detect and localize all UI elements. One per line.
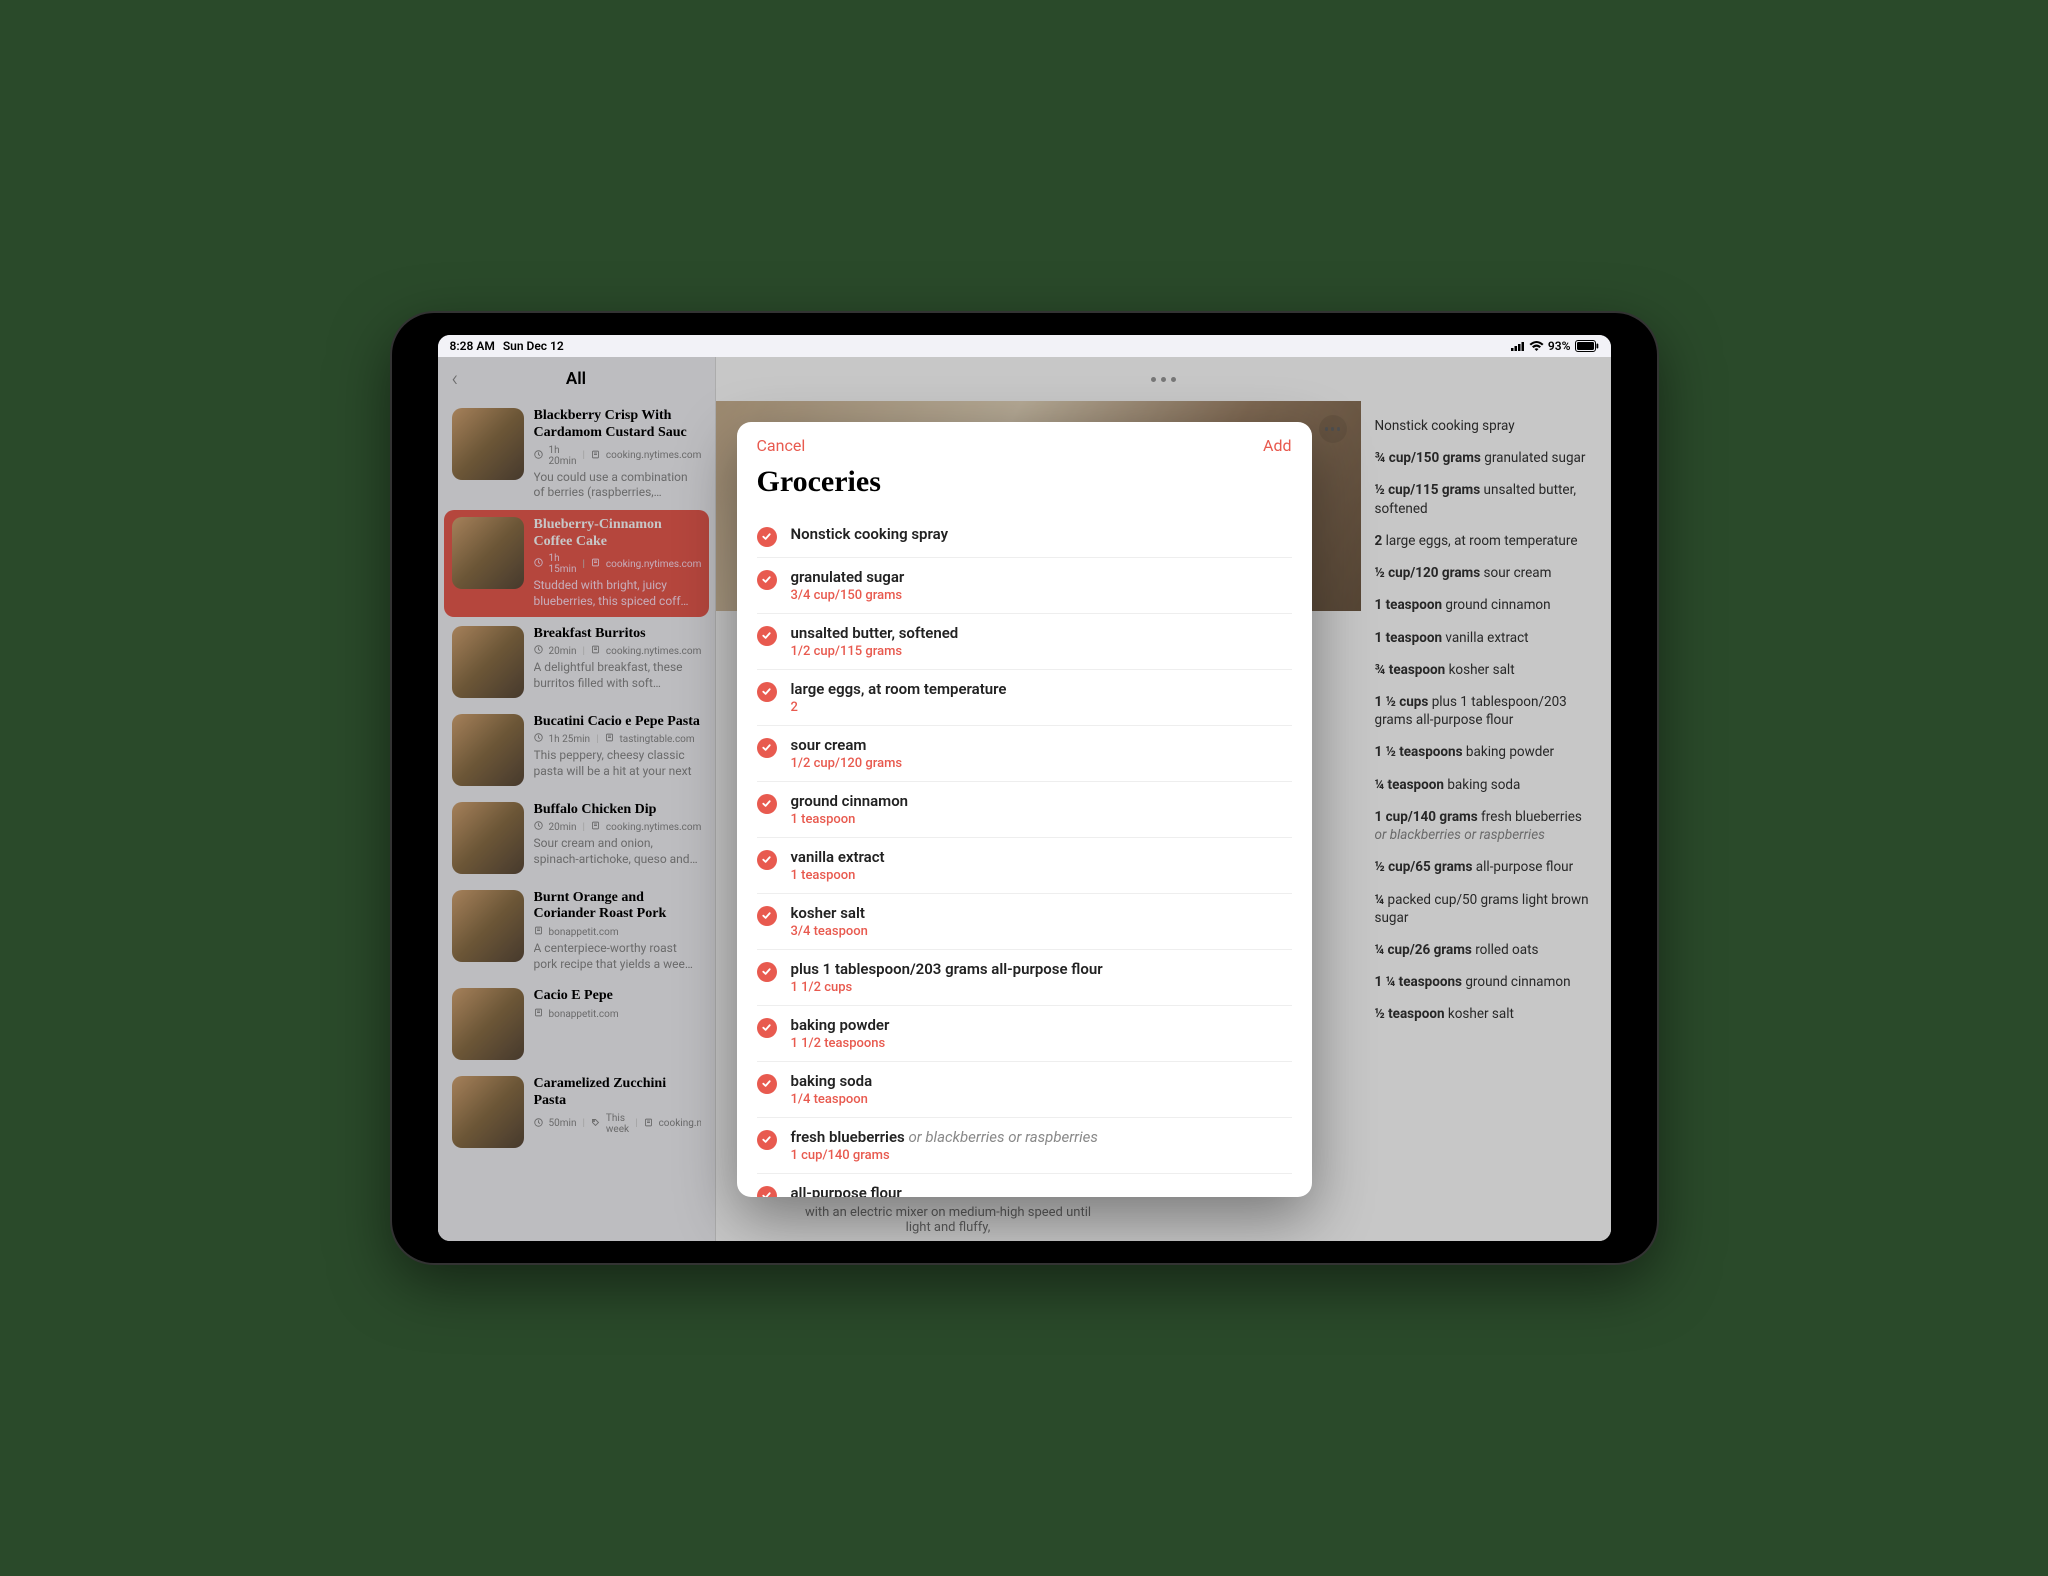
grocery-quantity: 3/4 teaspoon: [791, 924, 1292, 939]
grocery-row[interactable]: ground cinnamon 1 teaspoon: [757, 782, 1292, 838]
grocery-name: Nonstick cooking spray: [791, 525, 1292, 543]
app-body: ‹ All Blackberry Crisp With Cardamom Cus…: [438, 357, 1611, 1241]
grocery-row[interactable]: baking soda 1/4 teaspoon: [757, 1062, 1292, 1118]
check-icon[interactable]: [757, 906, 777, 926]
cancel-button[interactable]: Cancel: [757, 436, 806, 455]
grocery-row[interactable]: plus 1 tablespoon/203 grams all-purpose …: [757, 950, 1292, 1006]
grocery-quantity: 3/4 cup/150 grams: [791, 588, 1292, 603]
grocery-row[interactable]: baking powder 1 1/2 teaspoons: [757, 1006, 1292, 1062]
check-icon[interactable]: [757, 1130, 777, 1150]
grocery-row[interactable]: kosher salt 3/4 teaspoon: [757, 894, 1292, 950]
check-icon[interactable]: [757, 794, 777, 814]
grocery-name: sour cream: [791, 736, 1292, 754]
check-icon[interactable]: [757, 527, 777, 547]
grocery-name: vanilla extract: [791, 848, 1292, 866]
grocery-name: ground cinnamon: [791, 792, 1292, 810]
check-icon[interactable]: [757, 682, 777, 702]
grocery-quantity: 1 teaspoon: [791, 868, 1292, 883]
modal-title: Groceries: [737, 455, 1312, 515]
grocery-quantity: 1 1/2 cups: [791, 980, 1292, 995]
grocery-name: unsalted butter, softened: [791, 624, 1292, 642]
grocery-quantity: 1 1/2 teaspoons: [791, 1036, 1292, 1051]
grocery-name: baking powder: [791, 1016, 1292, 1034]
grocery-row[interactable]: sour cream 1/2 cup/120 grams: [757, 726, 1292, 782]
grocery-name: baking soda: [791, 1072, 1292, 1090]
check-icon[interactable]: [757, 626, 777, 646]
check-icon[interactable]: [757, 850, 777, 870]
grocery-quantity: 1 cup/140 grams: [791, 1148, 1292, 1163]
grocery-quantity: 1/4 teaspoon: [791, 1092, 1292, 1107]
check-icon[interactable]: [757, 1018, 777, 1038]
check-icon[interactable]: [757, 962, 777, 982]
add-button[interactable]: Add: [1263, 436, 1291, 455]
check-icon[interactable]: [757, 570, 777, 590]
check-icon[interactable]: [757, 1074, 777, 1094]
grocery-row[interactable]: vanilla extract 1 teaspoon: [757, 838, 1292, 894]
grocery-row[interactable]: fresh blueberries or blackberries or ras…: [757, 1118, 1292, 1174]
grocery-row[interactable]: Nonstick cooking spray: [757, 515, 1292, 558]
check-icon[interactable]: [757, 738, 777, 758]
screen: 8:28 AM Sun Dec 12 93% ‹ All: [438, 335, 1611, 1241]
grocery-name: granulated sugar: [791, 568, 1292, 586]
grocery-row[interactable]: all-purpose flour: [757, 1174, 1292, 1197]
status-bar: 8:28 AM Sun Dec 12 93%: [438, 335, 1611, 357]
status-time: 8:28 AM: [450, 339, 495, 353]
grocery-quantity: 2: [791, 700, 1292, 715]
check-icon[interactable]: [757, 1186, 777, 1197]
grocery-row[interactable]: granulated sugar 3/4 cup/150 grams: [757, 558, 1292, 614]
battery-percent: 93%: [1548, 339, 1571, 353]
battery-icon: [1575, 340, 1599, 352]
grocery-name: kosher salt: [791, 904, 1292, 922]
grocery-name: plus 1 tablespoon/203 grams all-purpose …: [791, 960, 1292, 978]
ipad-frame: 8:28 AM Sun Dec 12 93% ‹ All: [392, 313, 1657, 1263]
grocery-name: all-purpose flour: [791, 1184, 1292, 1197]
grocery-quantity: 1/2 cup/115 grams: [791, 644, 1292, 659]
grocery-quantity: 1/2 cup/120 grams: [791, 756, 1292, 771]
grocery-row[interactable]: large eggs, at room temperature 2: [757, 670, 1292, 726]
grocery-quantity: 1 teaspoon: [791, 812, 1292, 827]
cellular-icon: [1511, 341, 1525, 351]
grocery-name: large eggs, at room temperature: [791, 680, 1292, 698]
modal-overlay[interactable]: Cancel Add Groceries Nonstick cooking sp…: [438, 357, 1611, 1241]
grocery-row[interactable]: unsalted butter, softened 1/2 cup/115 gra…: [757, 614, 1292, 670]
wifi-icon: [1529, 341, 1544, 352]
groceries-modal: Cancel Add Groceries Nonstick cooking sp…: [737, 422, 1312, 1197]
status-date: Sun Dec 12: [503, 339, 564, 353]
grocery-name: fresh blueberries or blackberries or ras…: [791, 1128, 1292, 1146]
grocery-list[interactable]: Nonstick cooking spray granulated sugar 3/…: [737, 515, 1312, 1197]
